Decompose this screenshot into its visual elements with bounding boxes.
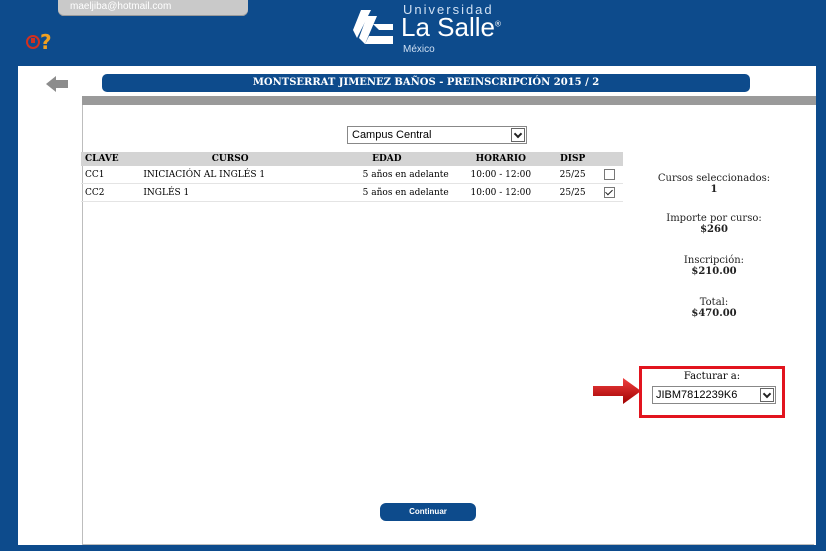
cell-horario: 10:00 - 12:00 (452, 183, 549, 202)
chevron-down-icon[interactable] (511, 128, 525, 142)
table-row: CC2 INGLÉS 1 5 años en adelante 10:00 - … (81, 183, 623, 202)
table-header-row: CLAVE CURSO EDAD HORARIO DISP (81, 152, 623, 166)
col-header-select (596, 152, 623, 166)
main-panel: MONTSERRAT JIMENEZ BAÑOS - PREINSCRIPCIÓ… (18, 66, 816, 545)
cell-edad: 5 años en adelante (321, 166, 453, 184)
facturar-box: Facturar a: JIBM7812239K6 (639, 366, 785, 418)
logo-name-text: La Salle® (401, 12, 501, 42)
facturar-select[interactable]: JIBM7812239K6 (652, 386, 776, 404)
col-header-horario: HORARIO (452, 152, 549, 166)
page-title: MONTSERRAT JIMENEZ BAÑOS - PREINSCRIPCIÓ… (102, 74, 750, 92)
importe-block: Importe por curso: $260 (639, 213, 789, 235)
inscripcion-block: Inscripción: $210.00 (639, 255, 789, 277)
help-icon[interactable]: ? (40, 30, 52, 54)
cell-select (596, 183, 623, 202)
cell-disp: 25/25 (548, 183, 597, 202)
facturar-label: Facturar a: (683, 371, 741, 382)
table-row: CC1 INICIACIÓN AL INGLÉS 1 5 años en ade… (81, 166, 623, 184)
red-arrow-icon (593, 378, 641, 404)
campus-select[interactable]: Campus Central (347, 126, 527, 144)
inscripcion-value: $210.00 (691, 266, 737, 277)
cell-curso: INICIACIÓN AL INGLÉS 1 (139, 166, 322, 184)
inscripcion-label: Inscripción: (683, 255, 745, 266)
selected-count-value: 1 (710, 184, 718, 195)
total-block: Total: $470.00 (639, 297, 789, 319)
chevron-down-icon[interactable] (760, 388, 774, 402)
cell-clave: CC2 (81, 183, 140, 202)
total-label: Total: (699, 297, 729, 308)
cell-select (596, 166, 623, 184)
facturar-select-value: JIBM7812239K6 (656, 389, 738, 401)
col-header-edad: EDAD (321, 152, 453, 166)
gray-divider (82, 96, 816, 105)
total-value: $470.00 (691, 308, 737, 319)
courses-table: CLAVE CURSO EDAD HORARIO DISP CC1 INICIA… (81, 152, 623, 202)
continue-button[interactable]: Continuar (380, 503, 476, 521)
cell-clave: CC1 (81, 166, 140, 184)
back-arrow-icon[interactable] (46, 76, 70, 92)
la-salle-logo: Universidad La Salle® México (353, 0, 513, 62)
logout-power-icon[interactable] (26, 35, 40, 49)
importe-value: $260 (700, 224, 728, 235)
selected-count-block: Cursos seleccionados: 1 (639, 173, 789, 195)
col-header-clave: CLAVE (81, 152, 140, 166)
cell-curso: INGLÉS 1 (139, 183, 322, 202)
cell-disp: 25/25 (548, 166, 597, 184)
logo-country-text: México (403, 44, 435, 55)
header-bar: maeljiba@hotmail.com ? Universidad La Sa… (0, 0, 826, 62)
user-email-tab[interactable]: maeljiba@hotmail.com (58, 0, 248, 16)
col-header-disp: DISP (548, 152, 597, 166)
course-checkbox-checked[interactable] (604, 187, 616, 198)
campus-select-value: Campus Central (352, 129, 432, 141)
importe-label: Importe por curso: (666, 213, 762, 224)
la-salle-logo-mark-icon (353, 10, 393, 44)
course-checkbox[interactable] (604, 169, 616, 180)
col-header-curso: CURSO (139, 152, 322, 166)
content-area: Campus Central CLAVE CURSO EDAD HORARIO … (81, 105, 814, 545)
selected-count-label: Cursos seleccionados: (657, 173, 771, 184)
cell-edad: 5 años en adelante (321, 183, 453, 202)
user-email: maeljiba@hotmail.com (70, 1, 172, 12)
cell-horario: 10:00 - 12:00 (452, 166, 549, 184)
